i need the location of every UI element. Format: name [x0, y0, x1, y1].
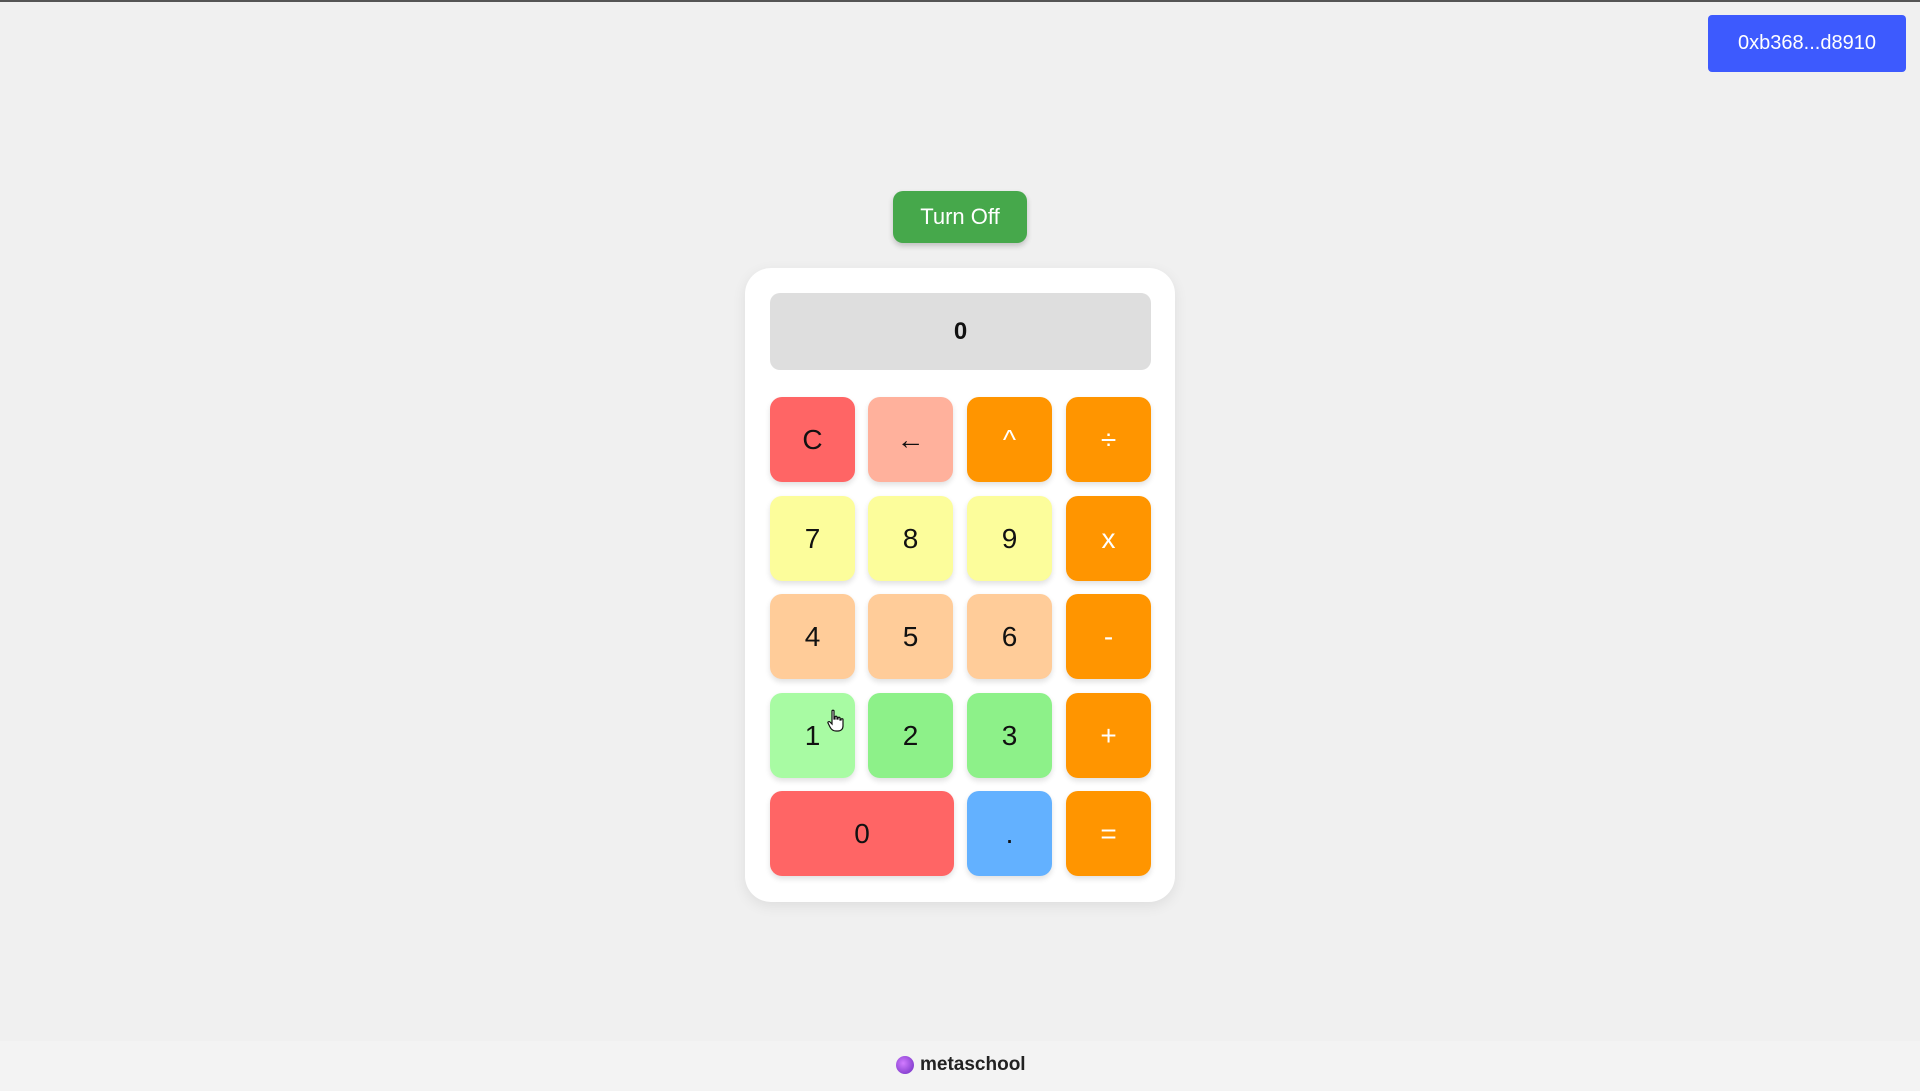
- divide-button[interactable]: ÷: [1066, 397, 1151, 482]
- digit-5-button[interactable]: 5: [868, 594, 953, 679]
- clear-button[interactable]: C: [770, 397, 855, 482]
- backspace-button[interactable]: ←: [868, 397, 953, 482]
- brand-name: metaschool: [920, 1054, 1026, 1075]
- footer-brand[interactable]: metaschool: [896, 1052, 1026, 1078]
- digit-0-button[interactable]: 0: [770, 791, 954, 876]
- wallet-address-button[interactable]: 0xb368...d8910: [1708, 15, 1906, 72]
- add-button[interactable]: +: [1066, 693, 1151, 778]
- metaschool-logo-icon: [896, 1056, 914, 1074]
- turn-off-button[interactable]: Turn Off: [893, 191, 1027, 243]
- digit-8-button[interactable]: 8: [868, 496, 953, 581]
- digit-6-button[interactable]: 6: [967, 594, 1052, 679]
- subtract-button[interactable]: -: [1066, 594, 1151, 679]
- multiply-button[interactable]: x: [1066, 496, 1151, 581]
- digit-7-button[interactable]: 7: [770, 496, 855, 581]
- calculator-display: 0: [770, 293, 1151, 370]
- top-border: [0, 0, 1920, 2]
- equals-button[interactable]: =: [1066, 791, 1151, 876]
- digit-3-button[interactable]: 3: [967, 693, 1052, 778]
- digit-1-button[interactable]: 1: [770, 693, 855, 778]
- power-operator-button[interactable]: ^: [967, 397, 1052, 482]
- calculator-panel: 0 C ← ^ ÷ 7 8 9 x 4 5 6 - 1 2 3 + 0 . =: [745, 268, 1175, 902]
- digit-4-button[interactable]: 4: [770, 594, 855, 679]
- decimal-button[interactable]: .: [967, 791, 1052, 876]
- digit-9-button[interactable]: 9: [967, 496, 1052, 581]
- hand-pointer-icon: [827, 709, 844, 732]
- digit-2-button[interactable]: 2: [868, 693, 953, 778]
